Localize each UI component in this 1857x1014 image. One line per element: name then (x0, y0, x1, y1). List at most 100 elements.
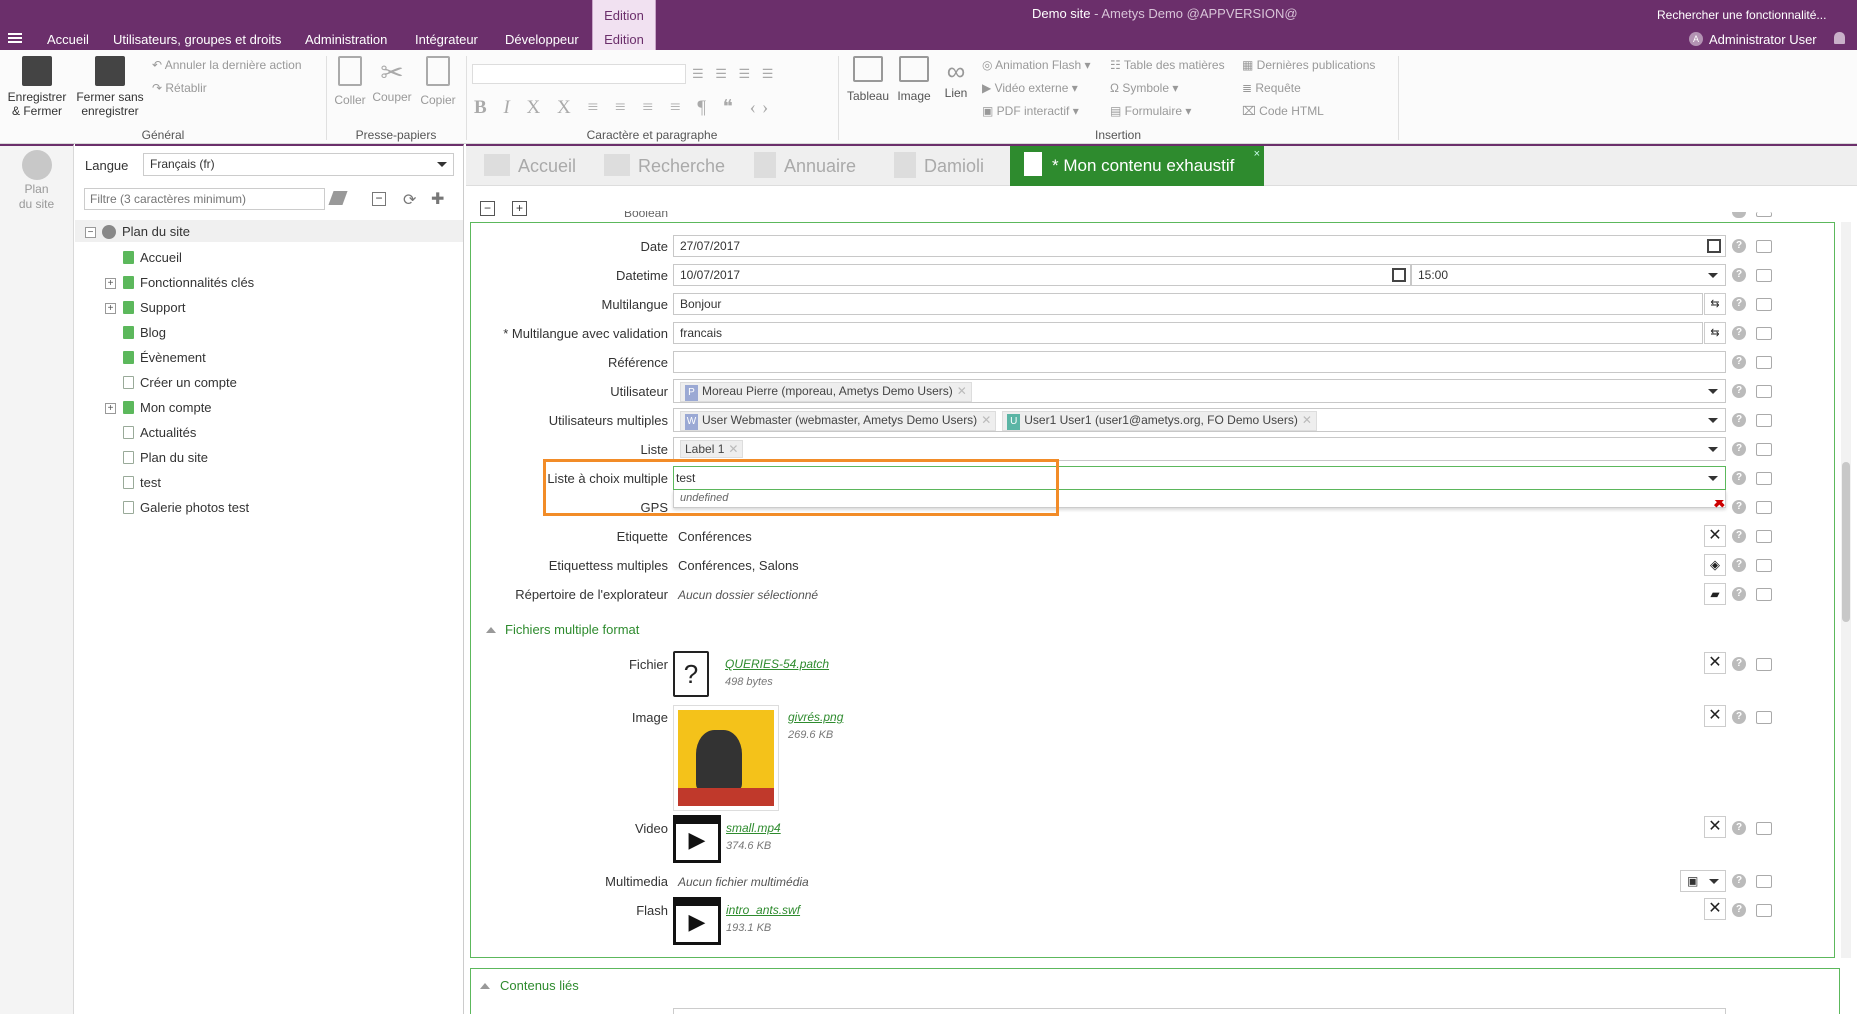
help-icon[interactable]: ? (1732, 268, 1746, 282)
comment-icon[interactable] (1756, 240, 1772, 253)
table-button[interactable]: Tableau (846, 56, 890, 103)
help-icon[interactable]: ? (1732, 384, 1746, 398)
tree-item[interactable]: test (123, 475, 161, 490)
tree-root[interactable]: Plan du site (122, 224, 190, 239)
menu-icon[interactable] (8, 33, 22, 43)
scrollbar-thumb[interactable] (1842, 462, 1850, 622)
tree-item[interactable]: Évènement (123, 350, 206, 365)
toc-button[interactable]: ☷ Table des matières (1110, 58, 1225, 72)
clear-icon[interactable]: ✕ (1704, 898, 1726, 920)
paste-button[interactable]: Coller (332, 56, 368, 107)
remove-icon[interactable]: ✕ (728, 442, 738, 456)
expand-toggle-icon[interactable]: + (105, 278, 116, 289)
comment-icon[interactable] (1756, 904, 1772, 917)
clear-icon[interactable]: ✕ (1704, 525, 1726, 547)
help-icon[interactable]: ? (1732, 297, 1746, 311)
latest-button[interactable]: ▦ Dernières publications (1242, 58, 1375, 72)
symbol-button[interactable]: Ω Symbole ▾ (1110, 81, 1178, 95)
datetime-date-field[interactable]: 10/07/2017 (673, 264, 1411, 286)
comment-icon[interactable] (1756, 875, 1772, 888)
close-without-saving-button[interactable]: Fermer sans enregistrer (72, 56, 148, 118)
tab-developpeur[interactable]: Développeur (505, 32, 579, 47)
comment-icon[interactable] (1756, 269, 1772, 282)
comment-icon[interactable] (1756, 298, 1772, 311)
copy-button[interactable]: Copier (416, 56, 460, 107)
refresh-icon[interactable]: ⟳ (403, 190, 416, 210)
tab-utilisateurs[interactable]: Utilisateurs, groupes et droits (113, 32, 281, 47)
redo-button[interactable]: ↷ Rétablir (152, 81, 207, 95)
tree-item[interactable]: Accueil (123, 250, 182, 265)
query-button[interactable]: ≣ Requête (1242, 81, 1301, 95)
help-icon[interactable]: ? (1732, 558, 1746, 572)
comment-icon[interactable] (1756, 443, 1772, 456)
tree-item[interactable]: Mon compte (123, 400, 212, 415)
related-field[interactable] (673, 1008, 1726, 1014)
help-icon[interactable]: ? (1732, 710, 1746, 724)
tab-edition[interactable]: Edition (593, 32, 655, 47)
calendar-icon[interactable] (1392, 268, 1406, 282)
comment-icon[interactable] (1756, 588, 1772, 601)
comment-icon[interactable] (1756, 327, 1772, 340)
tab-integrateur[interactable]: Intégrateur (415, 32, 478, 47)
tree-item[interactable]: Blog (123, 325, 166, 340)
flash-button[interactable]: ◎ Animation Flash ▾ (982, 58, 1091, 72)
tab-damioli[interactable]: Damioli (894, 146, 984, 186)
tab-edition-context[interactable]: Edition Edition (592, 0, 656, 50)
sitemap-strip[interactable]: Plan du site (0, 144, 74, 1014)
image-thumbnail[interactable] (673, 705, 779, 811)
eraser-icon[interactable] (328, 191, 348, 205)
font-select[interactable] (472, 64, 686, 84)
flash-link[interactable]: intro_ants.swf (726, 903, 800, 917)
help-icon[interactable]: ? (1732, 413, 1746, 427)
puzzle-icon[interactable]: ✚ (431, 189, 444, 209)
file-link[interactable]: QUERIES-54.patch (725, 657, 829, 671)
tree-item[interactable]: Fonctionnalités clés (123, 275, 254, 290)
reference-field[interactable] (673, 351, 1726, 373)
section-related-title[interactable]: Contenus liés (500, 978, 579, 993)
tree-item[interactable]: Plan du site (123, 450, 208, 465)
image-link[interactable]: givrés.png (788, 710, 843, 724)
html-button[interactable]: ⌧ Code HTML (1242, 104, 1324, 118)
help-icon[interactable]: ? (1732, 657, 1746, 671)
comment-icon[interactable] (1756, 822, 1772, 835)
multilang-field[interactable]: Bonjour (673, 293, 1703, 315)
language-select[interactable]: Français (fr) (143, 153, 454, 176)
list-buttons[interactable]: ☰ ☰ ☰ ☰ (692, 66, 777, 82)
help-icon[interactable]: ? (1732, 903, 1746, 917)
section-toggle-icon[interactable] (486, 627, 496, 633)
folder-icon[interactable]: ▰ (1704, 583, 1726, 605)
list-field[interactable]: Label 1 ✕ (673, 437, 1726, 461)
expand-toggle-icon[interactable]: + (105, 303, 116, 314)
undo-button[interactable]: ↶ Annuler la dernière action (152, 58, 302, 72)
tab-search[interactable]: Recherche (604, 146, 725, 186)
help-icon[interactable]: ? (1732, 587, 1746, 601)
comment-icon[interactable] (1756, 530, 1772, 543)
close-tab-icon[interactable]: × (1254, 134, 1260, 174)
multilang-validation-field[interactable]: francais (673, 322, 1703, 344)
help-icon[interactable]: ? (1732, 471, 1746, 485)
help-icon[interactable]: ? (1732, 239, 1746, 253)
remove-icon[interactable]: ✕ (957, 384, 967, 398)
tab-home[interactable]: Accueil (484, 146, 576, 186)
link-button[interactable]: ∞ Lien (938, 56, 974, 100)
expand-all-icon[interactable]: + (512, 201, 527, 216)
help-icon[interactable]: ? (1732, 500, 1746, 514)
help-icon[interactable]: ? (1732, 355, 1746, 369)
tab-administration[interactable]: Administration (305, 32, 387, 47)
user-name[interactable]: Administrator User (1709, 32, 1817, 47)
comment-icon[interactable] (1756, 385, 1772, 398)
tree-item[interactable]: Actualités (123, 425, 196, 440)
comment-icon[interactable] (1756, 501, 1772, 514)
feature-search[interactable]: Rechercher une fonctionnalité... (1657, 8, 1826, 22)
tree-item[interactable]: Créer un compte (123, 375, 237, 390)
translate-icon[interactable]: ⇆ (1704, 322, 1726, 344)
section-toggle-icon[interactable] (480, 983, 490, 989)
map-icons[interactable]: ✖ (1680, 500, 1726, 512)
tab-directory[interactable]: Annuaire (754, 146, 856, 186)
datetime-time-field[interactable]: 15:00 (1411, 264, 1726, 286)
scrollbar[interactable] (1841, 222, 1851, 958)
collapse-all-icon[interactable]: − (372, 192, 386, 206)
comment-icon[interactable] (1756, 212, 1772, 217)
comment-icon[interactable] (1756, 472, 1772, 485)
section-files-title[interactable]: Fichiers multiple format (505, 622, 639, 637)
